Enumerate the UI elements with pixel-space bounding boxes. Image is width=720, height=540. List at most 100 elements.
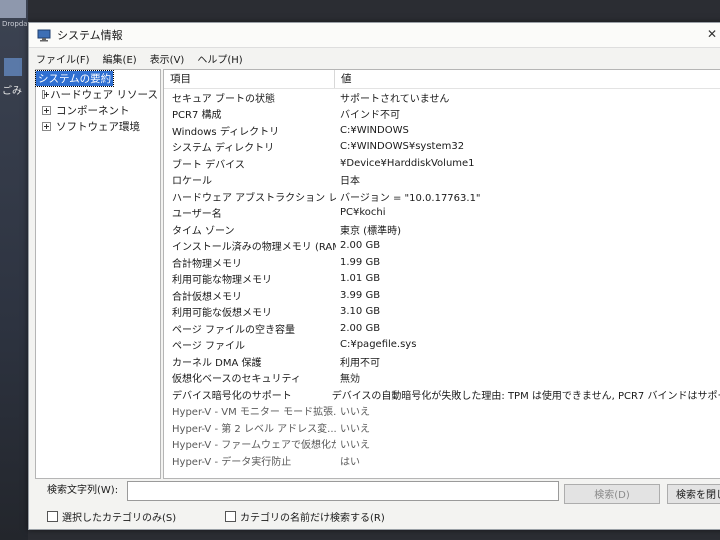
selected-category-only-option[interactable]: 選択したカテゴリのみ(S) [47, 509, 176, 524]
row-item: Hyper-V - データ実行防止 [172, 456, 292, 468]
category-names-only-option[interactable]: カテゴリの名前だけ検索する(R) [225, 509, 385, 524]
search-button[interactable]: 検索(D) [564, 484, 660, 504]
expand-plus-icon[interactable] [42, 105, 51, 115]
table-row[interactable]: デバイス暗号化のサポート デバイスの自動暗号化が失敗した理由: TPM は使用でき… [164, 386, 720, 403]
table-row[interactable]: ロケール 日本 [164, 172, 720, 189]
row-item: カーネル DMA 保護 [172, 357, 262, 369]
row-value: ¥Device¥HarddiskVolume1 [340, 157, 475, 169]
row-item: ユーザー名 [172, 209, 222, 221]
row-value: 無効 [340, 374, 360, 386]
row-value: C:¥WINDOWS [340, 124, 409, 136]
row-value: 2.00 GB [340, 240, 381, 252]
row-value: バインド不可 [340, 110, 400, 122]
row-item: 利用可能な仮想メモリ [172, 308, 272, 320]
row-item: タイム ゾーン [172, 225, 235, 237]
table-row[interactable]: カーネル DMA 保護 利用不可 [164, 353, 720, 370]
row-value: C:¥pagefile.sys [340, 339, 417, 351]
row-value: いいえ [340, 423, 370, 435]
table-row[interactable]: Windows ディレクトリ C:¥WINDOWS [164, 122, 720, 139]
row-value: 2.00 GB [340, 322, 381, 334]
desktop-shortcut-label: Dropda [2, 20, 28, 28]
row-value: いいえ [340, 440, 370, 452]
row-item: 合計物理メモリ [172, 258, 242, 270]
row-value: サポートされていません [340, 93, 450, 105]
menu-edit[interactable]: 編集(E) [96, 51, 143, 66]
row-item: インストール済みの物理メモリ (RAM) [172, 242, 336, 254]
table-row[interactable]: 仮想化ベースのセキュリティ 無効 [164, 370, 720, 387]
table-row[interactable]: ハードウェア アブストラクション レイヤーバージョン = "10.0.17763… [164, 188, 720, 205]
category-tree[interactable]: システムの要約 ハードウェア リソース コンポーネント ソフトウェア環境 [34, 69, 161, 479]
table-row[interactable]: タイム ゾーン 東京 (標準時) [164, 221, 720, 238]
row-value: 3.10 GB [340, 306, 381, 318]
table-row[interactable]: セキュア ブートの状態 サポートされていません [164, 89, 720, 106]
search-input[interactable] [127, 481, 559, 501]
expand-plus-icon[interactable] [42, 89, 50, 99]
row-item: 仮想化ベースのセキュリティ [172, 374, 301, 386]
table-row[interactable]: 合計仮想メモリ 3.99 GB [164, 287, 720, 304]
tree-item-label: ソフトウェア環境 [56, 120, 140, 133]
table-row[interactable]: ページ ファイルの空き容量 2.00 GB [164, 320, 720, 337]
table-row[interactable]: Hyper-V - 第 2 レベル アドレス変... いいえ [164, 419, 720, 436]
row-value: PC¥kochi [340, 207, 386, 219]
system-info-app-icon [37, 29, 51, 42]
table-row[interactable]: Hyper-V - ファームウェアで仮想化が... いいえ [164, 436, 720, 453]
row-item: ブート デバイス [172, 159, 245, 171]
selected-category-only-checkbox[interactable] [47, 511, 58, 522]
row-item: セキュア ブートの状態 [172, 93, 275, 105]
row-value: 利用不可 [340, 357, 380, 369]
close-search-button[interactable]: 検索を閉じる [667, 484, 720, 504]
row-value: はい [340, 456, 360, 468]
menu-bar: ファイル(F) 編集(E) 表示(V) ヘルプ(H) [29, 48, 720, 68]
row-item: ページ ファイルの空き容量 [172, 324, 295, 336]
tree-item-label: システムの要約 [34, 69, 115, 87]
table-row[interactable]: システム ディレクトリ C:¥WINDOWS¥system32 [164, 139, 720, 156]
table-row[interactable]: 合計物理メモリ 1.99 GB [164, 254, 720, 271]
table-row[interactable]: ユーザー名 PC¥kochi [164, 205, 720, 222]
table-row[interactable]: Hyper-V - VM モニター モード拡張... いいえ [164, 403, 720, 420]
row-item: Hyper-V - ファームウェアで仮想化が... [172, 440, 336, 452]
list-header: 項目 値 [164, 70, 720, 89]
close-icon[interactable]: ✕ [707, 27, 717, 41]
row-item: 合計仮想メモリ [172, 291, 242, 303]
column-header-item[interactable]: 項目 [164, 70, 335, 88]
search-label: 検索文字列(W): [47, 485, 119, 496]
tree-item-software-environment[interactable]: ソフトウェア環境 [36, 118, 160, 134]
row-item: Windows ディレクトリ [172, 126, 280, 138]
row-item: システム ディレクトリ [172, 143, 275, 155]
category-names-only-checkbox[interactable] [225, 511, 236, 522]
list-rows: セキュア ブートの状態 サポートされていません PCR7 構成 バインド不可 Win… [164, 89, 720, 469]
menu-file[interactable]: ファイル(F) [29, 51, 96, 66]
menu-help[interactable]: ヘルプ(H) [190, 51, 248, 66]
tree-item-components[interactable]: コンポーネント [36, 102, 160, 118]
row-item: ハードウェア アブストラクション レイヤー [172, 192, 336, 204]
tree-item-system-summary[interactable]: システムの要約 [34, 69, 160, 87]
title-bar[interactable]: システム情報 ✕ [29, 23, 720, 48]
row-value: デバイスの自動暗号化が失敗した理由: TPM は使用できません, PCR7 バイ… [331, 390, 720, 402]
table-row[interactable]: ページ ファイル C:¥pagefile.sys [164, 337, 720, 354]
desktop-shortcut-icon[interactable] [0, 0, 26, 18]
row-item: 利用可能な物理メモリ [172, 275, 272, 287]
table-row[interactable]: ブート デバイス ¥Device¥HarddiskVolume1 [164, 155, 720, 172]
tree-item-hardware-resources[interactable]: ハードウェア リソース [36, 86, 160, 102]
summary-list[interactable]: 項目 値 セキュア ブートの状態 サポートされていません PCR7 構成 バインド不… [163, 69, 720, 479]
table-row[interactable]: Hyper-V - データ実行防止 はい [164, 452, 720, 469]
table-row[interactable]: インストール済みの物理メモリ (RAM) 2.00 GB [164, 238, 720, 255]
column-header-value[interactable]: 値 [335, 70, 352, 88]
table-row[interactable]: PCR7 構成 バインド不可 [164, 106, 720, 123]
row-item: デバイス暗号化のサポート [172, 390, 292, 402]
recycle-bin-icon[interactable] [4, 58, 22, 76]
category-names-only-label: カテゴリの名前だけ検索する(R) [240, 513, 385, 524]
desktop-strip: Dropda ごみ [0, 0, 28, 540]
row-value: いいえ [340, 407, 370, 419]
row-item: ページ ファイル [172, 341, 245, 353]
table-row[interactable]: 利用可能な仮想メモリ 3.10 GB [164, 304, 720, 321]
row-item: PCR7 構成 [172, 110, 222, 122]
table-row[interactable]: 利用可能な物理メモリ 1.01 GB [164, 271, 720, 288]
row-value: 1.01 GB [340, 273, 381, 285]
tree-item-label: コンポーネント [56, 104, 130, 117]
row-value: 東京 (標準時) [340, 225, 401, 237]
expand-plus-icon[interactable] [42, 121, 51, 131]
menu-view[interactable]: 表示(V) [143, 51, 191, 66]
row-item: Hyper-V - 第 2 レベル アドレス変... [172, 423, 336, 435]
window-title: システム情報 [57, 29, 123, 42]
